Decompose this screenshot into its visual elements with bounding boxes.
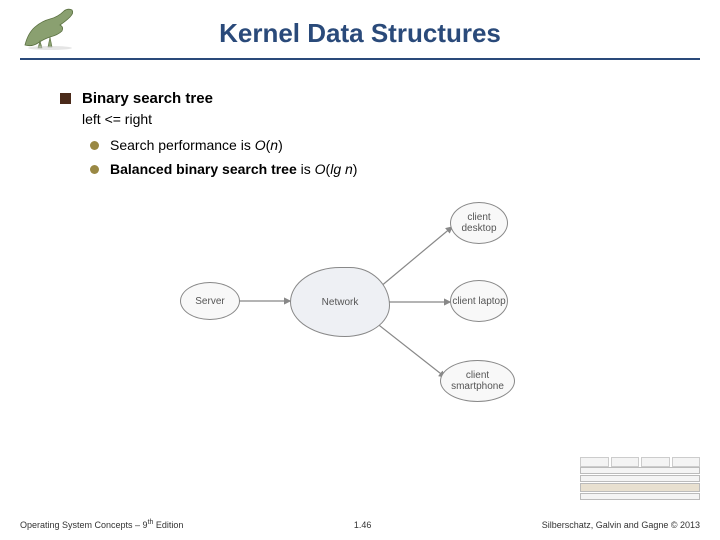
text-ital: O (315, 161, 326, 177)
node-network: Network (290, 267, 390, 337)
network-diagram: Server Network client desktop client lap… (170, 192, 550, 422)
bullet-main: Binary search tree (60, 90, 660, 107)
slide-footer: Operating System Concepts – 9th Edition … (20, 519, 700, 530)
text: is (297, 161, 315, 177)
circle-bullet-icon (90, 165, 99, 174)
text-ital: lg n (330, 161, 353, 177)
text-bold: Balanced binary search tree (110, 161, 297, 177)
text: Operating System Concepts – 9 (20, 520, 148, 530)
text: ) (353, 161, 358, 177)
node-client-laptop: client laptop (450, 280, 508, 322)
bullet-item-2: Balanced binary search tree is O(lg n) (60, 161, 660, 177)
text-ital: O (255, 137, 266, 153)
slide-title: Kernel Data Structures (20, 0, 700, 49)
dinosaur-logo (20, 5, 80, 50)
node-client-desktop: client desktop (450, 202, 508, 244)
text: Edition (153, 520, 183, 530)
text: Search performance is (110, 137, 255, 153)
main-bold-text: Binary search tree (82, 90, 213, 107)
mini-architecture-icon (580, 457, 700, 512)
text-ital: n (270, 137, 278, 153)
circle-bullet-icon (90, 141, 99, 150)
bullet-item-1: Search performance is O(n) (60, 137, 660, 153)
slide-content: Binary search tree left <= right Search … (0, 60, 720, 422)
footer-right: Silberschatz, Galvin and Gagne © 2013 (542, 520, 700, 530)
footer-left: Operating System Concepts – 9th Edition (20, 519, 183, 530)
square-bullet-icon (60, 93, 71, 104)
node-server: Server (180, 282, 240, 320)
footer-center: 1.46 (354, 520, 372, 530)
text: ) (278, 137, 283, 153)
bullet-sub: left <= right (60, 111, 660, 127)
slide-header: Kernel Data Structures (20, 0, 700, 60)
node-client-smartphone: client smartphone (440, 360, 515, 402)
